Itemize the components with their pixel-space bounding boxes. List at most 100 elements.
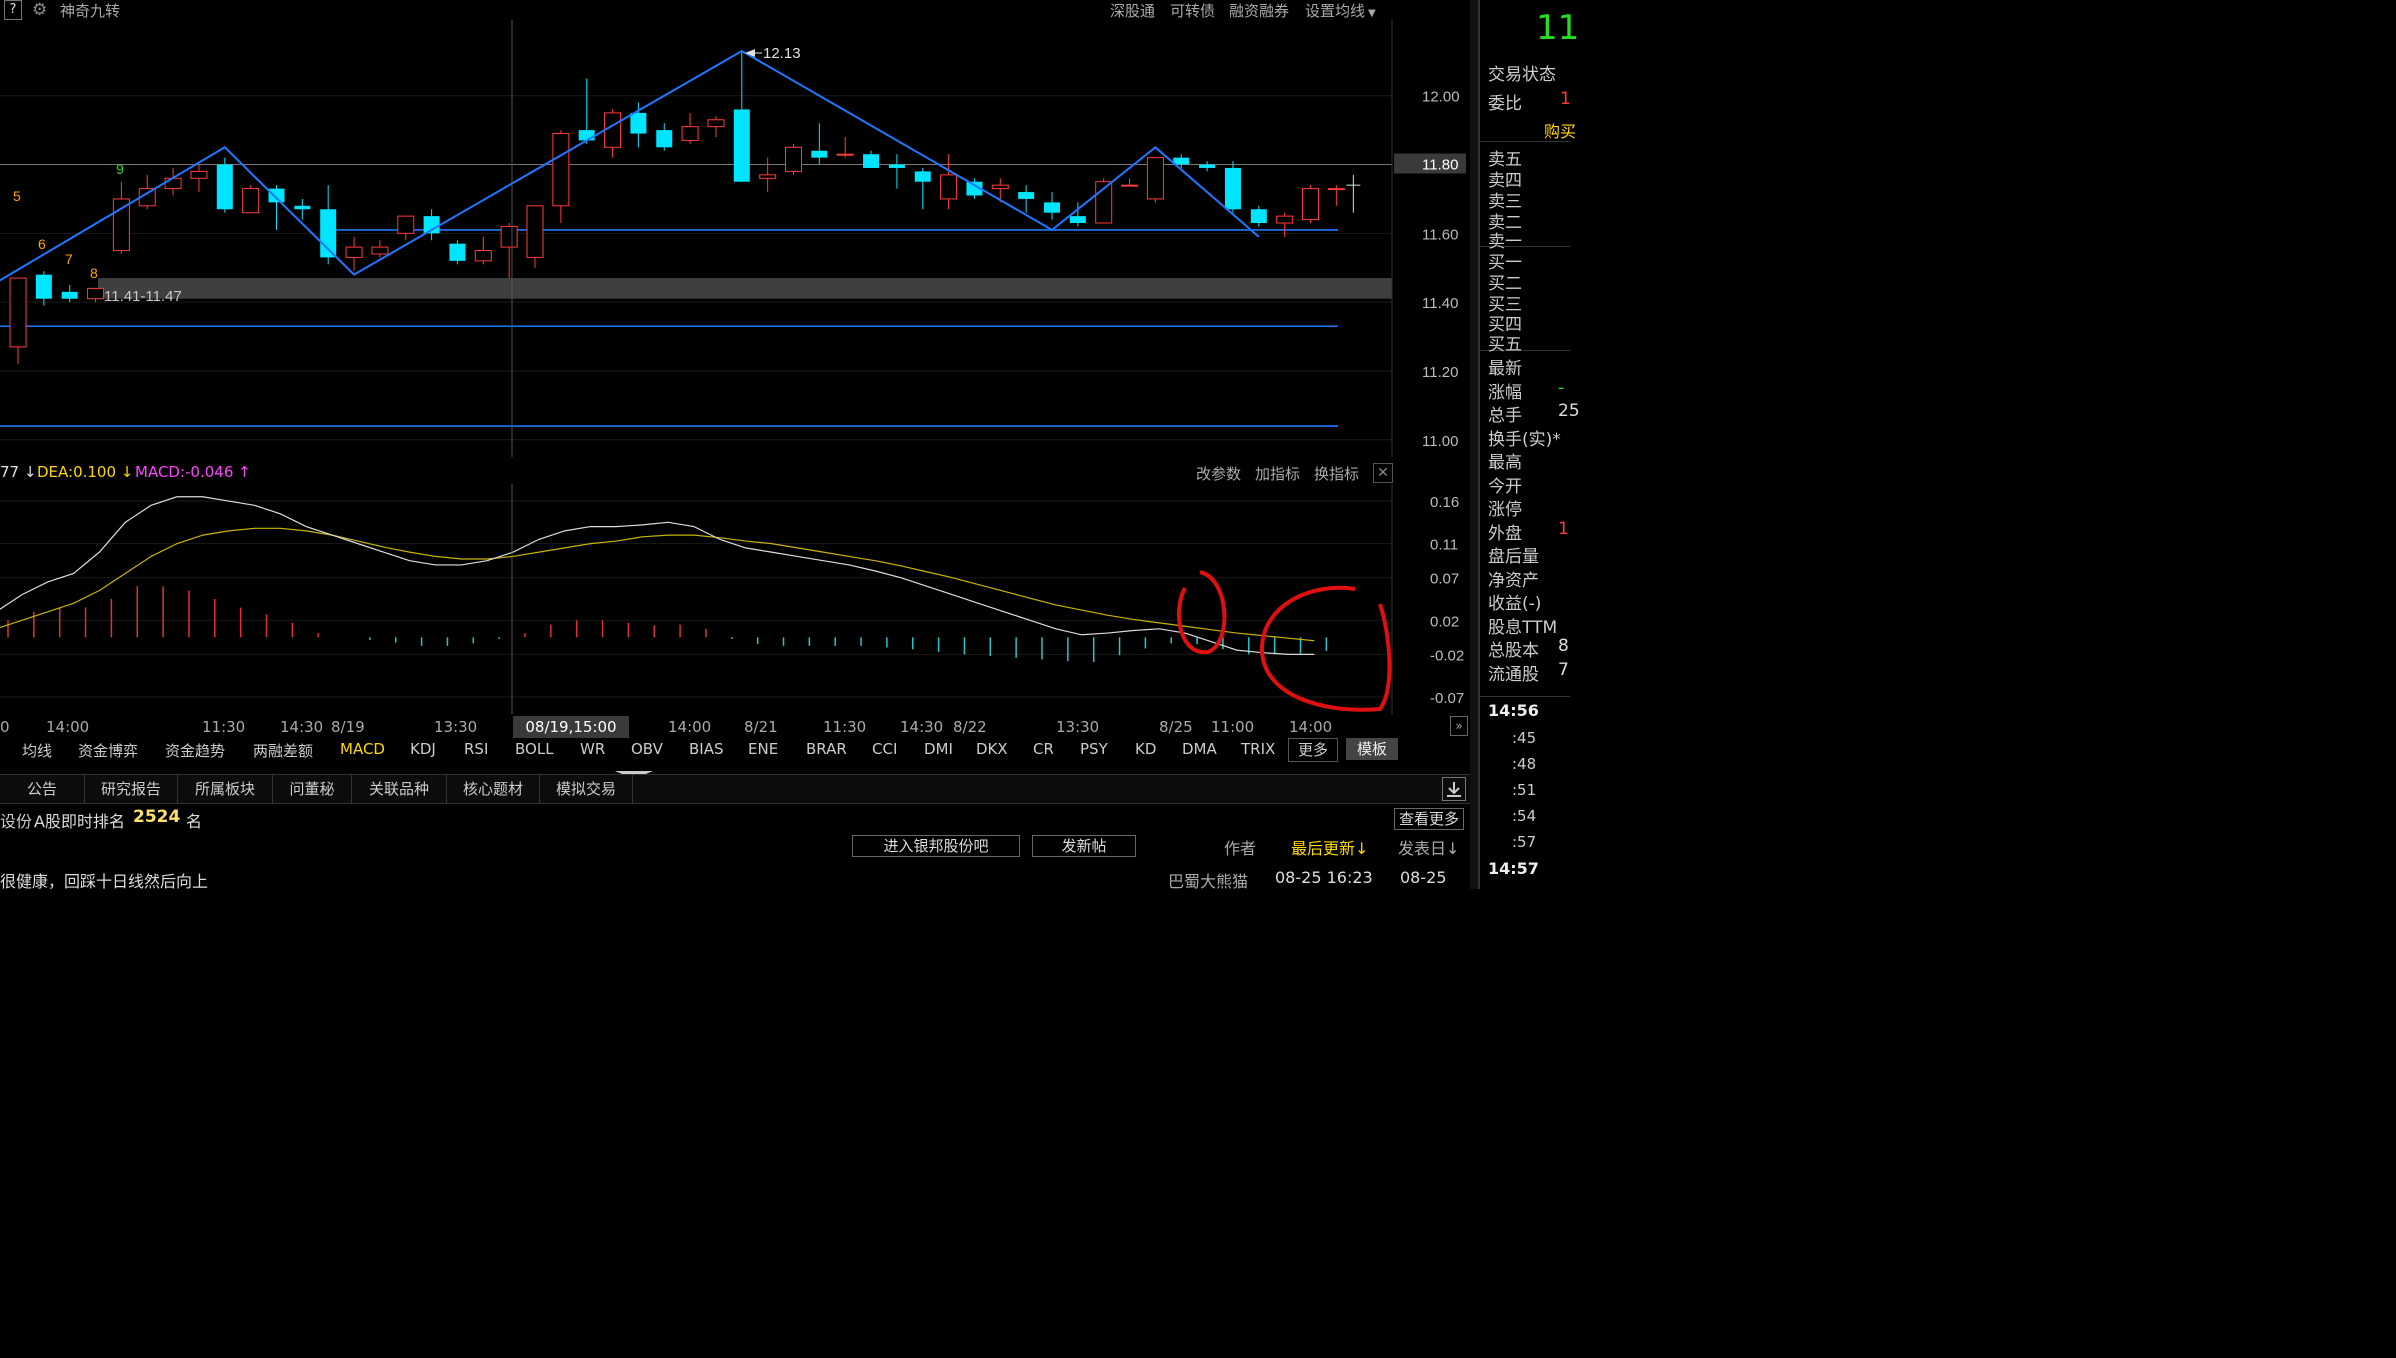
candle (61, 284, 78, 303)
tab-rsi[interactable]: RSI (464, 740, 488, 758)
candle (552, 130, 570, 224)
tab-macd[interactable]: MACD (340, 740, 385, 758)
tab-kd[interactable]: KD (1135, 740, 1156, 758)
post-row[interactable]: 很健康，回踩十日线然后向上 巴蜀大熊猫 08-25 16:23 08-25 (0, 868, 1470, 892)
price-tick-label: 11.40 (1422, 295, 1458, 312)
tab-cci[interactable]: CCI (872, 740, 897, 758)
time-label: 14:30 (280, 718, 324, 736)
link-shenzhen-connect[interactable]: 深股通 (1110, 0, 1155, 21)
tab-wr[interactable]: WR (580, 740, 605, 758)
tick-time: :48 (1512, 755, 1537, 773)
panel-divider[interactable] (1470, 0, 1478, 889)
scroll-right-icon[interactable]: » (1450, 716, 1468, 736)
candle (759, 157, 777, 193)
tab-dma[interactable]: DMA (1182, 740, 1217, 758)
view-more-button[interactable]: 查看更多 (1394, 808, 1464, 830)
price-tick-label: 11.60 (1422, 226, 1458, 243)
stat-label: 收益(-) (1488, 594, 1542, 614)
tab-boll[interactable]: BOLL (515, 740, 554, 758)
template-button[interactable]: 模板 (1346, 738, 1398, 760)
rank-prefix: 设份 (0, 812, 33, 831)
time-label: 0 (0, 718, 10, 736)
candle (604, 109, 622, 158)
indicator-name[interactable]: 神奇九转 (60, 0, 120, 21)
post-date-header[interactable]: 发表日↓ (1398, 835, 1459, 859)
change-params-button[interactable]: 改参数 (1196, 463, 1241, 484)
tab-cr[interactable]: CR (1033, 740, 1054, 758)
stat-label: 盘后量 (1488, 547, 1539, 567)
forum-row: 进入银邦股份吧 发新帖 作者 最后更新↓ 发表日↓ (0, 835, 1470, 859)
tab-psy[interactable]: PSY (1080, 740, 1108, 758)
tab-dkx[interactable]: DKX (976, 740, 1008, 758)
close-icon[interactable]: ✕ (1373, 463, 1393, 483)
rank-label: A股即时排名 (34, 812, 125, 831)
tab-margin-diff[interactable]: 两融差额 (253, 740, 313, 761)
stat-label: 最新 (1488, 359, 1522, 379)
time-label: 8/25 (1159, 718, 1193, 736)
tab-obv[interactable]: OBV (631, 740, 663, 758)
tab-research[interactable]: 研究报告 (85, 775, 178, 803)
candle (9, 277, 27, 365)
tab-ene[interactable]: ENE (748, 740, 778, 758)
tab-ask-secretary[interactable]: 问董秘 (273, 775, 352, 803)
link-set-ma[interactable]: 设置均线 ▼ (1305, 0, 1376, 21)
enter-forum-button[interactable]: 进入银邦股份吧 (852, 835, 1020, 857)
post-title[interactable]: 很健康，回踩十日线然后向上 (0, 868, 208, 892)
panel-collapse-handle[interactable] (615, 764, 653, 779)
candle (991, 178, 1009, 203)
time-label: 14:30 (900, 718, 944, 736)
tab-announcement[interactable]: 公告 (0, 775, 85, 803)
hand-drawn-circle-1 (1177, 570, 1227, 655)
stat-label: 股息TTM (1488, 617, 1558, 638)
add-indicator-button[interactable]: 加指标 (1255, 463, 1300, 484)
candle (449, 240, 466, 265)
price-tick-label: 12.00 (1422, 89, 1460, 106)
help-button[interactable]: ? (4, 0, 22, 20)
switch-indicator-button[interactable]: 换指标 (1314, 463, 1359, 484)
macd-chart[interactable]: 0.16 0.11 0.07 0.02 -0.02 -0.07 (0, 484, 1470, 714)
stat-label: 总手 (1488, 406, 1522, 426)
tab-ma[interactable]: 均线 (22, 740, 52, 761)
candle (914, 167, 931, 210)
tab-sector[interactable]: 所属板块 (178, 775, 273, 803)
gear-icon[interactable]: ⚙ (32, 0, 47, 20)
tab-fund-trend[interactable]: 资金趋势 (165, 740, 225, 761)
candle (371, 240, 389, 258)
tab-brar[interactable]: BRAR (806, 740, 847, 758)
tab-sim-trade[interactable]: 模拟交易 (540, 775, 633, 803)
post-updated: 08-25 16:23 (1275, 868, 1373, 887)
new-post-button[interactable]: 发新帖 (1032, 835, 1136, 857)
candle (940, 154, 958, 210)
stat-row: 最新 (1488, 354, 1522, 379)
high-price-label: 12.13 (763, 45, 801, 62)
link-margin-trading[interactable]: 融资融券 (1229, 0, 1289, 21)
tab-dmi[interactable]: DMI (924, 740, 953, 758)
tab-fund-game[interactable]: 资金博弈 (78, 740, 138, 761)
rank-row: 设份 A股即时排名 2524 名 查看更多 (0, 807, 1470, 831)
stat-row: 涨停 (1488, 495, 1522, 520)
link-convertible-bond[interactable]: 可转债 (1170, 0, 1215, 21)
time-label: 13:30 (1056, 718, 1100, 736)
dif-value-text: 77 (0, 463, 20, 481)
time-label: 11:30 (202, 718, 246, 736)
time-label: 14:00 (46, 718, 90, 736)
tab-trix[interactable]: TRIX (1241, 740, 1275, 758)
last-update-header[interactable]: 最后更新↓ (1291, 835, 1368, 859)
tab-core-theme[interactable]: 核心题材 (447, 775, 540, 803)
candlestick-chart[interactable]: 12.0011.8011.6011.4011.2011.0011.80 12.1… (0, 20, 1470, 457)
candle (423, 209, 440, 241)
time-label: 14:00 (668, 718, 712, 736)
author-header[interactable]: 作者 (1224, 835, 1256, 859)
download-icon[interactable] (1442, 777, 1466, 801)
more-button[interactable]: 更多 (1288, 738, 1338, 762)
tab-related[interactable]: 关联品种 (352, 775, 447, 803)
macd-tick-label: -0.07 (1430, 690, 1464, 707)
post-author[interactable]: 巴蜀大熊猫 (1168, 868, 1248, 892)
buy-header[interactable]: 购买 (1544, 118, 1576, 142)
rank-unit: 名 (186, 812, 203, 831)
candle (836, 136, 854, 158)
stat-label: 换手(实)* (1488, 429, 1561, 450)
buy-book: 买一 买二 买三 买四 买五 (1480, 246, 1570, 355)
tab-bias[interactable]: BIAS (689, 740, 724, 758)
tab-kdj[interactable]: KDJ (410, 740, 436, 758)
